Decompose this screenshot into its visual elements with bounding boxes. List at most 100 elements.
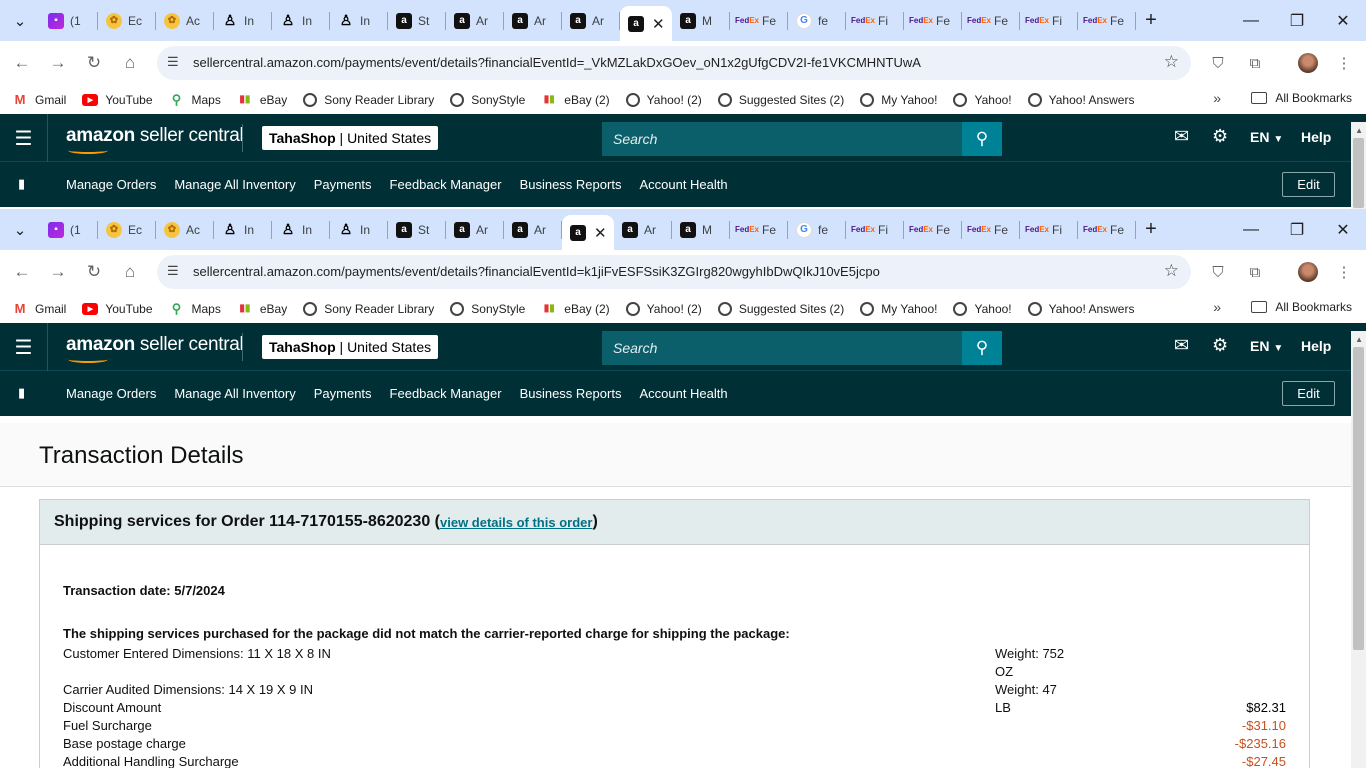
browser-tab[interactable]: a Ar [504, 0, 562, 41]
browser-tab[interactable]: a Ar [504, 209, 562, 250]
browser-tab[interactable]: a Ar [614, 209, 672, 250]
close-window-icon[interactable]: ✕ [1320, 209, 1366, 250]
omnibox[interactable]: ☰ sellercentral.amazon.com/payments/even… [157, 255, 1191, 289]
bookmark-item[interactable]: ▮ ▮ eBay [237, 92, 287, 108]
scroll-up-icon[interactable]: ▲ [1355, 126, 1363, 135]
nav-link[interactable]: Manage Orders [66, 177, 156, 192]
browser-tab[interactable]: Fed Ex Fe [904, 0, 962, 41]
browser-tab[interactable]: Gfe [788, 0, 846, 41]
store-switcher[interactable]: TahaShop | United States [262, 126, 439, 150]
browser-tab[interactable]: a ✕ [620, 6, 672, 41]
shield-extension-icon[interactable]: ⛉ [1207, 261, 1229, 283]
nav-link[interactable]: Account Health [639, 177, 727, 192]
restore-icon[interactable]: ❐ [1274, 209, 1320, 250]
all-bookmarks[interactable]: All Bookmarks [1251, 91, 1352, 105]
bookmark-item[interactable]: Yahoo! [953, 301, 1012, 317]
browser-tab[interactable]: Fed Ex Fe [1078, 0, 1136, 41]
browser-tab[interactable]: ▪ (1 [40, 0, 98, 41]
scroll-thumb[interactable] [1353, 138, 1364, 208]
browser-tab[interactable]: ♙ In [272, 209, 330, 250]
browser-tab[interactable]: a Ar [562, 0, 620, 41]
bookmark-item[interactable]: Sony Reader Library [303, 92, 434, 108]
browser-tab[interactable]: ✿ Ec [98, 0, 156, 41]
browser-tab[interactable]: Fed Ex Fe [904, 209, 962, 250]
bookmark-item[interactable]: SonyStyle [450, 301, 525, 317]
nav-link[interactable]: Feedback Manager [390, 386, 502, 401]
browser-tab[interactable]: ♙ In [214, 209, 272, 250]
scroll-up-icon[interactable]: ▲ [1355, 335, 1363, 344]
mail-icon[interactable]: ✉ [1174, 126, 1189, 147]
forward-icon[interactable]: → [45, 50, 71, 76]
bookmark-item[interactable]: Yahoo! (2) [625, 92, 702, 108]
url-text[interactable]: sellercentral.amazon.com/payments/event/… [193, 55, 921, 70]
new-tab-button[interactable]: + [1136, 0, 1166, 41]
home-icon[interactable]: ⌂ [117, 50, 143, 76]
bookmark-item[interactable]: ▮ ▮ eBay [237, 301, 287, 317]
language-selector[interactable]: EN ▼ [1250, 338, 1283, 354]
omnibox[interactable]: ☰ sellercentral.amazon.com/payments/even… [157, 46, 1191, 80]
browser-tab[interactable]: Fed Ex Fe [962, 209, 1020, 250]
bookmark-item[interactable]: Yahoo! Answers [1027, 92, 1134, 108]
browser-tab[interactable]: a Ar [446, 0, 504, 41]
bookmarks-overflow-icon[interactable]: » [1213, 90, 1221, 106]
browser-tab[interactable]: ✿ Ac [156, 209, 214, 250]
view-order-link[interactable]: view details of this order [440, 515, 592, 530]
browser-tab[interactable]: ✿ Ec [98, 209, 156, 250]
close-tab-icon[interactable]: ✕ [652, 15, 665, 33]
browser-tab[interactable]: aM [672, 0, 730, 41]
browser-tab[interactable]: Fed Ex Fe [730, 209, 788, 250]
back-icon[interactable]: ← [9, 50, 35, 76]
tab-search-icon[interactable]: ⌄ [7, 217, 33, 243]
nav-link[interactable]: Payments [314, 386, 372, 401]
nav-link[interactable]: Payments [314, 177, 372, 192]
nav-link[interactable]: Account Health [639, 386, 727, 401]
search-input[interactable] [602, 331, 962, 365]
help-link[interactable]: Help [1301, 338, 1331, 354]
search-button[interactable]: ⚲ [962, 331, 1002, 365]
scroll-thumb[interactable] [1353, 347, 1364, 650]
bookmark-item[interactable]: ▮ ▮ eBay (2) [541, 301, 610, 317]
search-input[interactable] [602, 122, 962, 156]
browser-menu-icon[interactable]: ⋮ [1333, 261, 1355, 283]
bookmark-icon[interactable]: ▮ [18, 385, 25, 401]
help-link[interactable]: Help [1301, 129, 1331, 145]
browser-tab[interactable]: Fed Ex Fi [846, 209, 904, 250]
bookmark-item[interactable]: SonyStyle [450, 92, 525, 108]
bookmark-item[interactable]: Suggested Sites (2) [717, 301, 844, 317]
browser-tab[interactable]: ♙ In [272, 0, 330, 41]
nav-link[interactable]: Feedback Manager [390, 177, 502, 192]
page-scrollbar[interactable]: ▲ [1351, 331, 1366, 768]
browser-tab[interactable]: Fed Ex Fe [1078, 209, 1136, 250]
browser-tab[interactable]: ♙ In [330, 209, 388, 250]
tab-search-icon[interactable]: ⌄ [7, 8, 33, 34]
store-switcher[interactable]: TahaShop | United States [262, 335, 439, 359]
edit-nav-button[interactable]: Edit [1282, 172, 1335, 197]
nav-link[interactable]: Business Reports [520, 386, 622, 401]
bookmark-item[interactable]: Sony Reader Library [303, 301, 434, 317]
bookmark-item[interactable]: ▶ YouTube [82, 301, 153, 317]
browser-tab[interactable]: Fed Ex Fe [962, 0, 1020, 41]
site-info-icon[interactable]: ☰ [167, 263, 179, 279]
minimize-icon[interactable]: — [1228, 0, 1274, 41]
bookmark-star-icon[interactable]: ☆ [1164, 261, 1179, 281]
gear-icon[interactable]: ⚙ [1212, 126, 1228, 147]
bookmarks-overflow-icon[interactable]: » [1213, 299, 1221, 315]
nav-link[interactable]: Manage Orders [66, 386, 156, 401]
edit-nav-button[interactable]: Edit [1282, 381, 1335, 406]
browser-tab[interactable]: a Ar [446, 209, 504, 250]
reload-icon[interactable]: ↻ [81, 50, 107, 76]
browser-tab[interactable]: Fed Ex Fe [730, 0, 788, 41]
bookmark-star-icon[interactable]: ☆ [1164, 52, 1179, 72]
browser-menu-icon[interactable]: ⋮ [1333, 52, 1355, 74]
bookmark-item[interactable]: ⚲ Maps [169, 301, 221, 317]
bookmark-item[interactable]: Yahoo! Answers [1027, 301, 1134, 317]
bookmark-item[interactable]: M Gmail [12, 301, 67, 317]
mail-icon[interactable]: ✉ [1174, 335, 1189, 356]
shield-extension-icon[interactable]: ⛉ [1207, 52, 1229, 74]
home-icon[interactable]: ⌂ [117, 259, 143, 285]
bookmark-item[interactable]: My Yahoo! [860, 301, 937, 317]
bookmark-item[interactable]: Yahoo! (2) [625, 301, 702, 317]
bookmark-item[interactable]: ▶ YouTube [82, 92, 153, 108]
bookmark-item[interactable]: M Gmail [12, 92, 67, 108]
browser-tab[interactable]: ♙ In [330, 0, 388, 41]
